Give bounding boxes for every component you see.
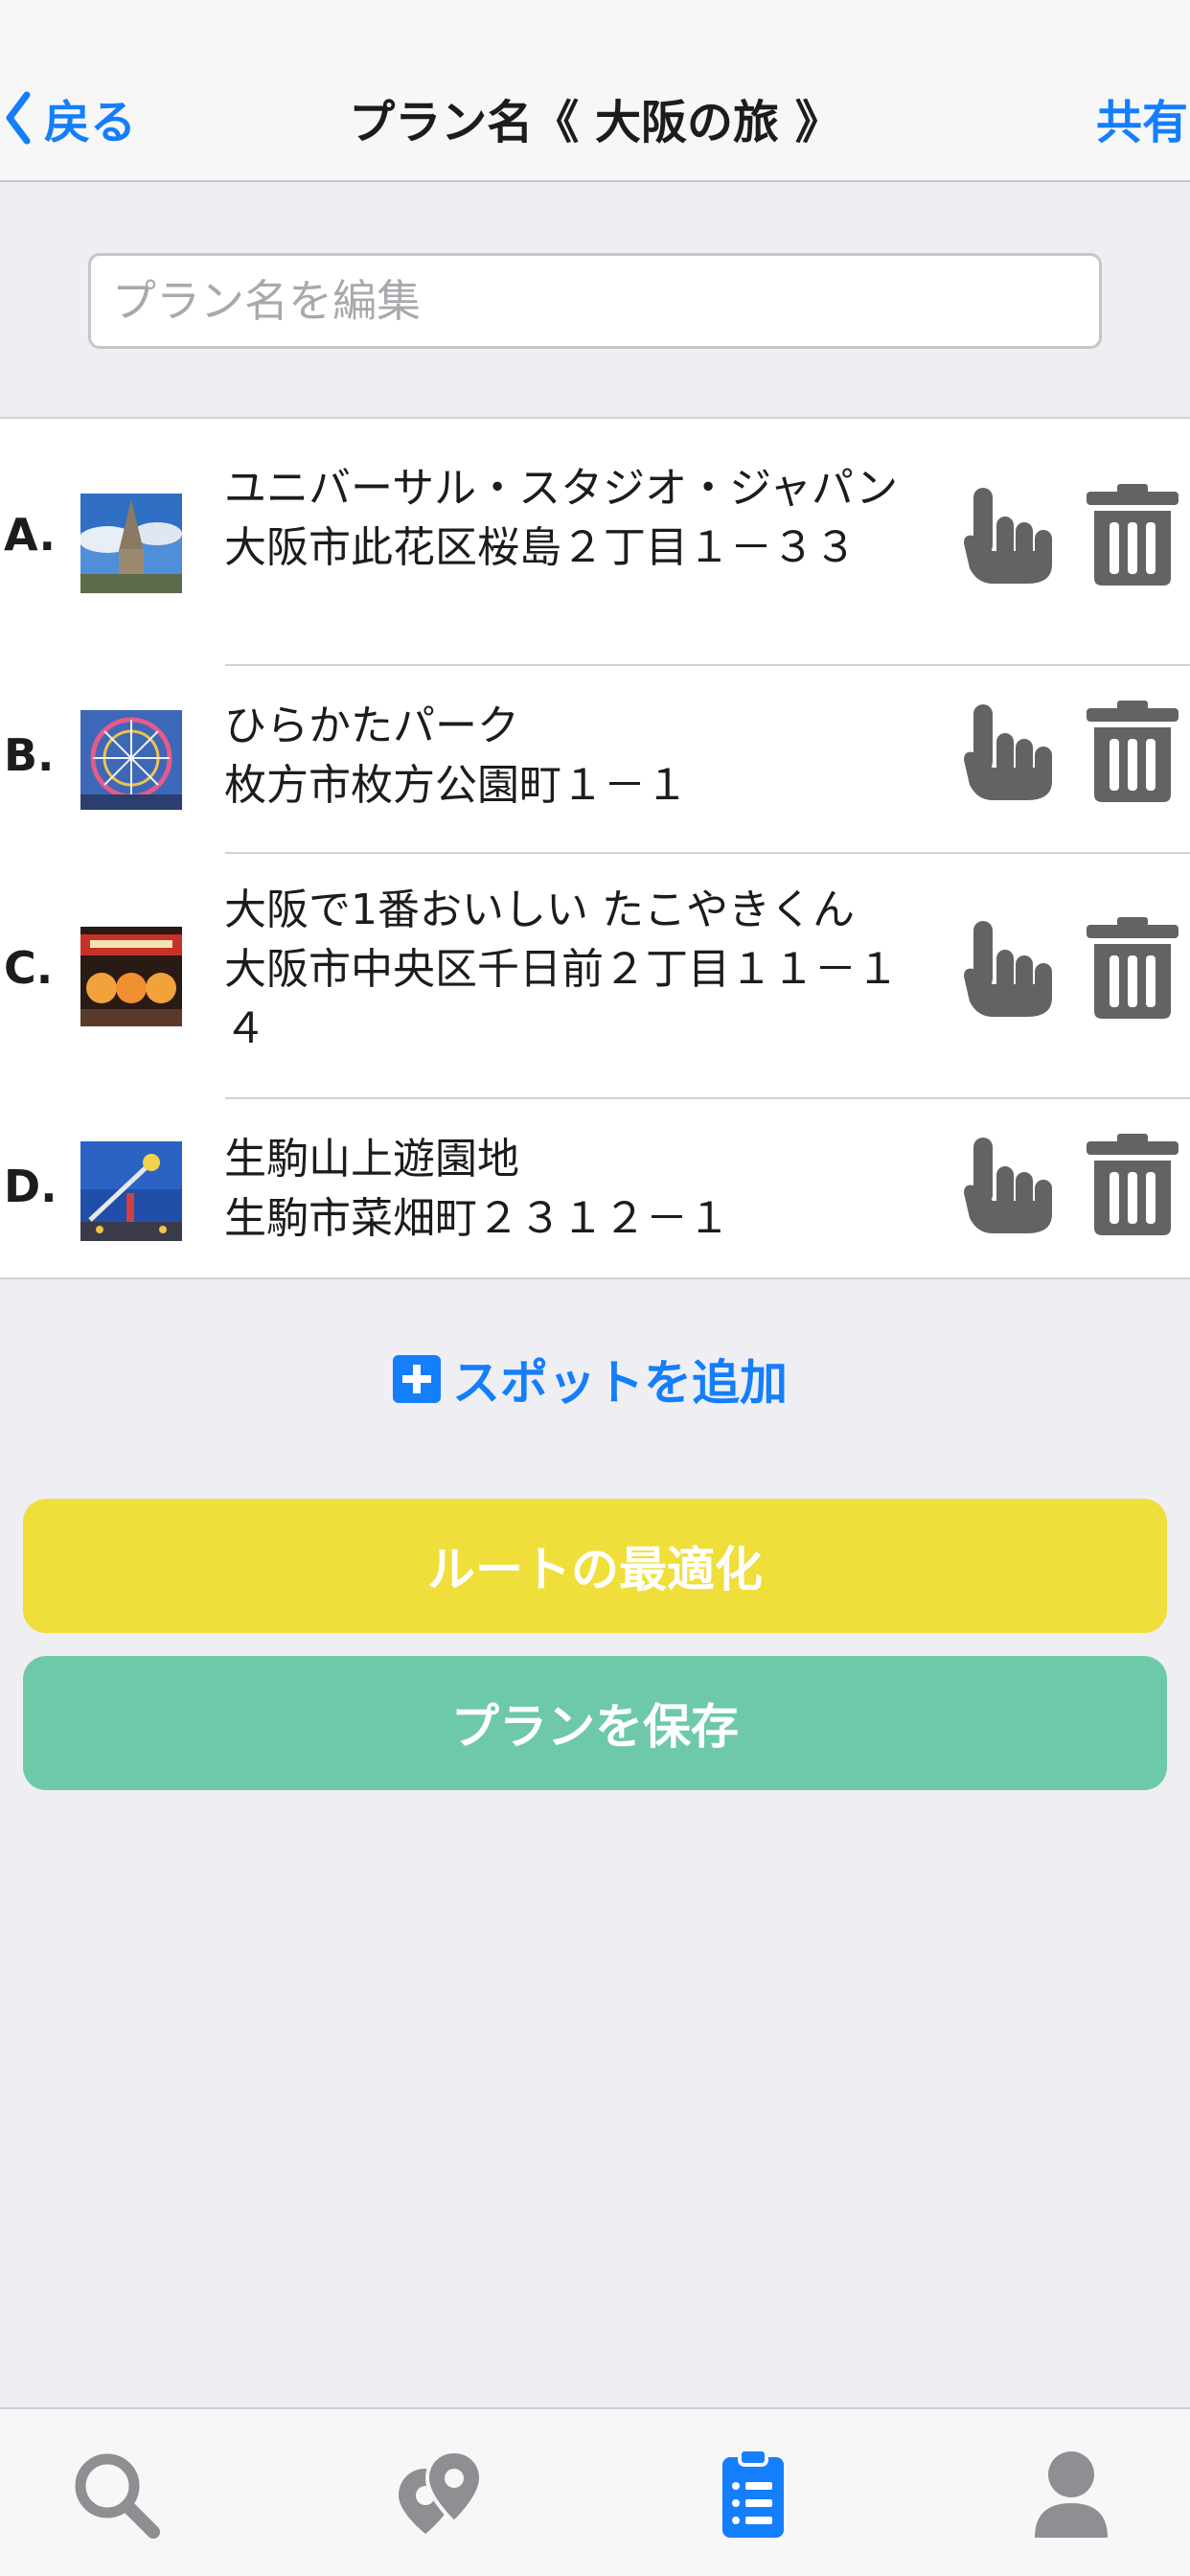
spot-thumbnail xyxy=(80,927,182,1026)
spot-list: A. ユニバーサル・スタジオ・ジャパン 大阪市此花区桜島２丁目１－３３ B. ひ… xyxy=(0,417,1190,1279)
spot-address: 大阪市中央区千日前２丁目１１－１４ xyxy=(224,945,899,1053)
hand-pointer-icon xyxy=(964,704,1052,800)
spot-name: ユニバーサル・スタジオ・ジャパン xyxy=(224,464,899,513)
optimize-route-button[interactable]: ルートの最適化 xyxy=(23,1499,1167,1633)
chevron-left-icon xyxy=(6,91,31,145)
spot-thumbnail xyxy=(80,494,182,593)
trash-icon xyxy=(1087,701,1179,802)
spot-text: 生駒山上遊園地 生駒市菜畑町２３１２－１ xyxy=(224,1130,933,1249)
back-label: 戻る xyxy=(44,96,137,150)
user-icon xyxy=(1035,2451,1108,2538)
lantern-shop-photo-icon xyxy=(80,927,182,1026)
ferris-wheel-photo-icon xyxy=(80,710,182,810)
select-spot-button[interactable] xyxy=(960,701,1056,804)
clipboard-list-icon xyxy=(722,2448,784,2538)
hand-pointer-icon xyxy=(964,488,1052,584)
status-bar-indicators xyxy=(958,0,1131,17)
spot-text: 大阪で1番おいしい たこやきくん 大阪市中央区千日前２丁目１１－１４ xyxy=(224,881,933,1059)
delete-spot-button[interactable] xyxy=(1085,701,1180,804)
tab-account[interactable] xyxy=(1023,2448,1119,2540)
select-spot-button[interactable] xyxy=(960,484,1056,587)
tab-search[interactable] xyxy=(69,2448,165,2540)
delete-spot-button[interactable] xyxy=(1085,484,1180,587)
spot-name: 大阪で1番おいしい たこやきくん xyxy=(224,886,855,934)
select-spot-button[interactable] xyxy=(960,917,1056,1021)
back-button[interactable]: 戻る xyxy=(0,84,136,151)
search-icon xyxy=(75,2453,160,2539)
spot-thumbnail xyxy=(80,1141,182,1241)
map-pins-icon xyxy=(399,2449,484,2534)
delete-spot-button[interactable] xyxy=(1085,1134,1180,1237)
spot-letter: D. xyxy=(4,1161,57,1212)
page-title: プラン名《 大阪の旅 》 xyxy=(349,96,841,150)
status-bar-time xyxy=(57,0,172,17)
castle-photo-icon xyxy=(80,494,182,593)
spot-text: ひらかたパーク 枚方市枚方公園町１－１ xyxy=(224,697,933,816)
tab-map[interactable] xyxy=(393,2448,489,2540)
spot-address: 枚方市枚方公園町１－１ xyxy=(224,761,688,810)
list-item[interactable]: B. ひらかたパーク 枚方市枚方公園町１－１ xyxy=(0,666,1190,854)
select-spot-button[interactable] xyxy=(960,1134,1056,1237)
list-item[interactable]: A. ユニバーサル・スタジオ・ジャパン 大阪市此花区桜島２丁目１－３３ xyxy=(0,419,1190,666)
spot-letter: A. xyxy=(4,509,56,561)
hand-pointer-icon xyxy=(964,1138,1052,1233)
spot-text: ユニバーサル・スタジオ・ジャパン 大阪市此花区桜島２丁目１－３３ xyxy=(224,459,933,578)
tab-plan[interactable] xyxy=(705,2448,801,2540)
plan-name-input[interactable] xyxy=(88,253,1102,349)
list-item[interactable]: D. 生駒山上遊園地 生駒市菜畑町２３１２－１ xyxy=(0,1099,1190,1279)
spot-letter: B. xyxy=(4,729,55,781)
plus-square-icon xyxy=(393,1355,441,1403)
trash-icon xyxy=(1087,1134,1179,1235)
amusement-ride-photo-icon xyxy=(80,1141,182,1241)
spot-thumbnail xyxy=(80,710,182,810)
add-spot-label: スポットを追加 xyxy=(452,1355,788,1411)
trash-icon xyxy=(1087,917,1179,1019)
delete-spot-button[interactable] xyxy=(1085,917,1180,1021)
plan-edit-screen: 戻る プラン名《 大阪の旅 》 共有 A. ユニバーサル・ xyxy=(0,0,1190,2576)
add-spot-button[interactable]: スポットを追加 xyxy=(393,1346,788,1413)
trash-icon xyxy=(1087,484,1179,586)
list-item[interactable]: C. 大阪で1番おいしい たこやきくん 大阪市中央区千日前２丁目１１－１４ xyxy=(0,854,1190,1099)
share-button[interactable]: 共有 xyxy=(1096,84,1188,151)
spot-address: 生駒市菜畑町２３１２－１ xyxy=(224,1194,730,1243)
navigation-bar: 戻る プラン名《 大阪の旅 》 共有 xyxy=(0,0,1190,182)
hand-pointer-icon xyxy=(964,921,1052,1017)
spot-letter: C. xyxy=(4,942,54,994)
tab-bar xyxy=(0,2407,1190,2576)
spot-name: 生駒山上遊園地 xyxy=(224,1135,519,1184)
spot-name: ひらかたパーク xyxy=(224,702,519,750)
spot-address: 大阪市此花区桜島２丁目１－３３ xyxy=(224,523,857,572)
save-plan-button[interactable]: プランを保存 xyxy=(23,1656,1167,1790)
